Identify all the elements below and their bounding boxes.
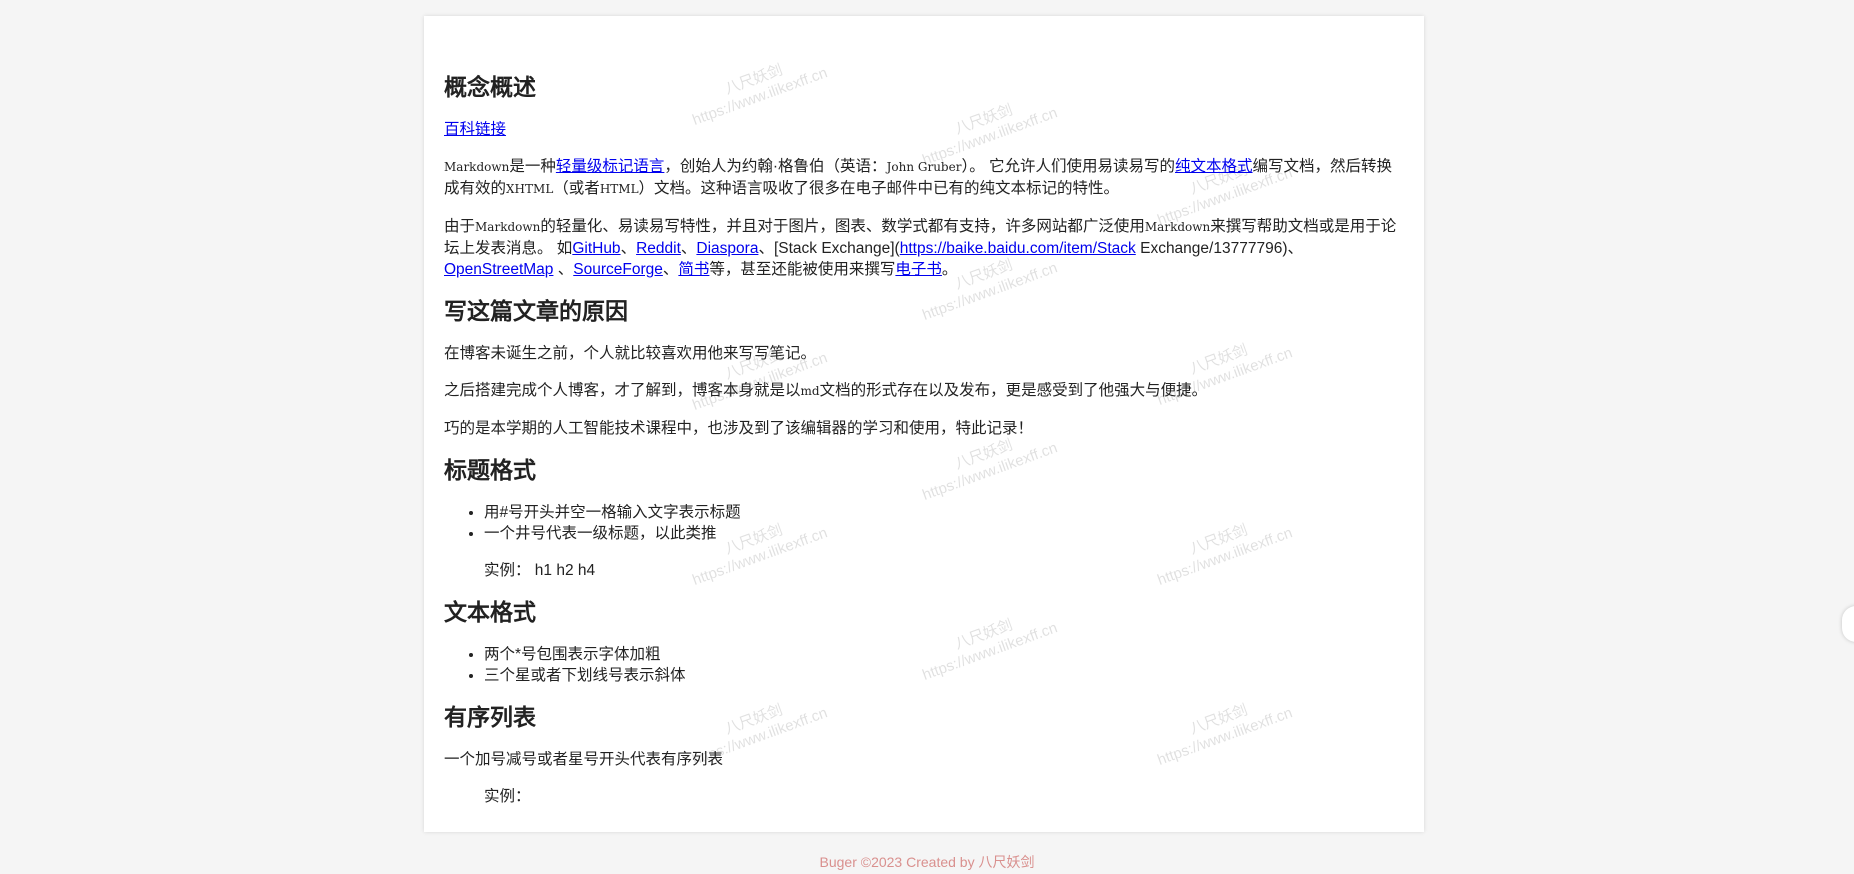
side-float-button[interactable] — [1842, 606, 1854, 642]
text: 由于 — [444, 218, 476, 235]
text: ）文档。这种语言吸收了很多在电子邮件中已有的纯文本标记的特性。 — [638, 180, 1120, 197]
list-title-format: 用#号开头并空一格输入文字表示标题 一个井号代表一级标题，以此类推 — [444, 502, 1404, 544]
list-item: 一个井号代表一级标题，以此类推 — [484, 523, 1404, 544]
link-ebook[interactable]: 电子书 — [895, 261, 942, 278]
link-jianshu[interactable]: 简书 — [678, 261, 709, 278]
text-john-gruber: John Gruber — [886, 160, 962, 174]
list-item: 用#号开头并空一格输入文字表示标题 — [484, 502, 1404, 523]
article-card: 八尺妖剑 https://www.ilikexff.cn 八尺妖剑 https://w… — [424, 16, 1424, 832]
text: 、 — [680, 240, 697, 257]
text: ）。 它允许人们使用易读易写的 — [961, 158, 1176, 175]
link-sourceforge[interactable]: SourceForge — [573, 261, 663, 278]
text: 、 — [662, 261, 679, 278]
paragraph-intro: Markdown是一种轻量级标记语言，创始人为约翰·格鲁伯（英语：John Gr… — [444, 156, 1404, 200]
text-html: HTML — [599, 182, 639, 196]
text: Exchange/13777796)、 — [1135, 240, 1303, 257]
text-markdown: Markdown — [475, 220, 541, 234]
example-ordered-list: 实例： — [484, 788, 531, 805]
heading-title-format: 标题格式 — [444, 458, 536, 484]
list-item: 三个星或者下划线号表示斜体 — [484, 665, 1404, 686]
link-lightweight-markup[interactable]: 轻量级标记语言 — [556, 158, 665, 175]
text-markdown: Markdown — [444, 160, 510, 174]
text: 的轻量化、易读易写特性，并且对于图片，图表、数学式都有支持，许多网站都广泛使用 — [540, 218, 1145, 235]
paragraph-reason-2: 之后搭建完成个人博客，才了解到，博客本身就是以md文档的形式存在以及发布，更是感… — [444, 380, 1404, 402]
link-plain-text[interactable]: 纯文本格式 — [1175, 158, 1253, 175]
heading-ordered-list: 有序列表 — [444, 705, 536, 731]
text: 、 — [620, 240, 637, 257]
text-md: md — [800, 384, 820, 398]
link-diaspora[interactable]: Diaspora — [696, 240, 758, 257]
text: （或者 — [553, 180, 600, 197]
paragraph-usage: 由于Markdown的轻量化、易读易写特性，并且对于图片，图表、数学式都有支持，… — [444, 216, 1404, 280]
text-markdown: Markdown — [1144, 220, 1211, 234]
link-baike-stack[interactable]: https://baike.baidu.com/item/Stack — [900, 240, 1136, 257]
list-item: 两个*号包围表示字体加粗 — [484, 644, 1404, 665]
text: 、 — [553, 261, 574, 278]
heading-text-format: 文本格式 — [444, 600, 536, 626]
heading-reason: 写这篇文章的原因 — [444, 299, 628, 325]
baike-link[interactable]: 百科链接 — [444, 121, 506, 138]
footer-copyright: Buger ©2023 Created by 八尺妖剑 — [819, 854, 1035, 870]
link-reddit[interactable]: Reddit — [636, 240, 681, 257]
article-content: 概念概述 百科链接 Markdown是一种轻量级标记语言，创始人为约翰·格鲁伯（… — [424, 16, 1424, 807]
text-xhtml: XHTML — [506, 182, 554, 196]
paragraph-ordered-list: 一个加号减号或者星号开头代表有序列表 — [444, 751, 724, 768]
text: 、[Stack Exchange]( — [758, 240, 900, 257]
example-title-format: 实例： h1 h2 h4 — [484, 562, 596, 579]
link-github[interactable]: GitHub — [572, 240, 620, 257]
text: 等，甚至还能被使用来撰写 — [709, 261, 896, 278]
list-text-format: 两个*号包围表示字体加粗 三个星或者下划线号表示斜体 — [444, 644, 1404, 686]
text: 之后搭建完成个人博客，才了解到，博客本身就是以 — [444, 382, 801, 399]
text: 是一种 — [509, 158, 556, 175]
heading-concept: 概念概述 — [444, 75, 536, 101]
text: ，创始人为约翰·格鲁伯（英语： — [664, 158, 887, 175]
paragraph-reason-3: 巧的是本学期的人工智能技术课程中，也涉及到了该编辑器的学习和使用，特此记录！ — [444, 420, 1034, 437]
text: 文档的形式存在以及发布，更是感受到了他强大与便捷。 — [819, 382, 1208, 399]
link-openstreetmap[interactable]: OpenStreetMap — [444, 261, 553, 278]
text: 。 — [941, 261, 958, 278]
paragraph-reason-1: 在博客未诞生之前，个人就比较喜欢用他来写写笔记。 — [444, 345, 817, 362]
